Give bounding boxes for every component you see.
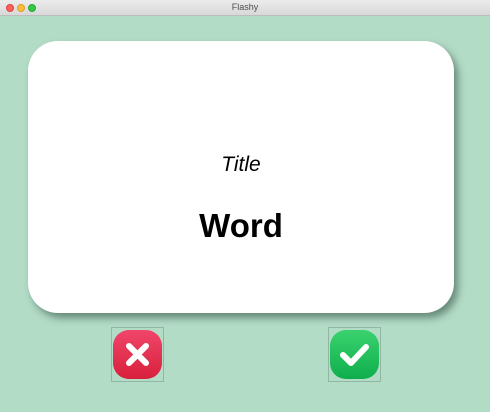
- right-answer-button[interactable]: [328, 327, 381, 382]
- window-title: Flashy: [231, 2, 259, 12]
- card-word: Word: [199, 207, 283, 244]
- checkmark-icon: [330, 330, 379, 379]
- wrong-answer-button[interactable]: [111, 327, 164, 382]
- cross-icon: [113, 330, 162, 379]
- app-window: Flashy Title Word: [0, 0, 490, 412]
- flash-card: Title Word: [28, 41, 454, 313]
- title-bar[interactable]: Flashy: [0, 0, 490, 16]
- card-title: Title: [221, 153, 261, 176]
